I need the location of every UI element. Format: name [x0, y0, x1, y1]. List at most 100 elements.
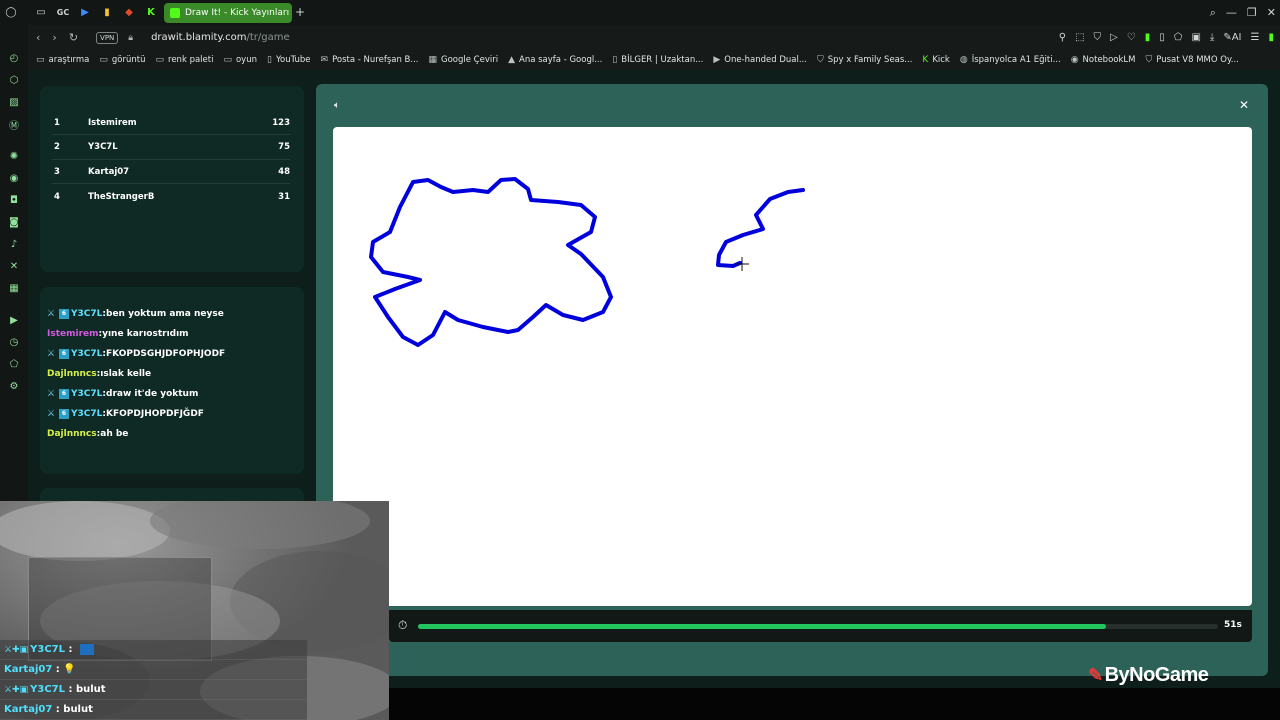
emote-icon: [79, 644, 94, 655]
opera-icon[interactable]: ◯: [0, 0, 22, 25]
leaderboard-score: 123: [272, 117, 290, 128]
address-bar: ‹ › ↻ VPN 🔒︎ drawit.blamity.com/tr/game …: [28, 25, 1280, 50]
sword-badge-icon: ⚔: [47, 349, 56, 359]
close-icon[interactable]: ✕: [1239, 98, 1249, 112]
x-icon[interactable]: ✕: [0, 255, 28, 277]
history-icon[interactable]: ◷: [0, 331, 28, 353]
bookmark-label: YouTube: [275, 55, 311, 65]
sidebar-toggle-icon[interactable]: ▮: [1268, 32, 1274, 43]
bookmark-item[interactable]: ▭ oyun: [223, 55, 257, 65]
chatgpt-icon[interactable]: ✺: [0, 145, 28, 167]
shield-icon[interactable]: ⛉: [1094, 32, 1102, 43]
image-extension-icon[interactable]: ▣: [1191, 32, 1200, 43]
instagram-icon[interactable]: ◙: [0, 211, 28, 233]
chat-username[interactable]: Y3C7L: [71, 409, 102, 419]
chat-username[interactable]: Dajlnnncs: [47, 369, 97, 379]
whatsapp-icon[interactable]: ◉: [0, 167, 28, 189]
bookmark-item[interactable]: ▯ BİLGER | Uzaktan...: [612, 55, 703, 65]
leaderboard-row: 1 Istemirem 123: [52, 111, 290, 135]
bars-icon[interactable]: ▮: [96, 0, 118, 25]
bookmark-item[interactable]: ◉ NotebookLM: [1071, 55, 1136, 65]
chat-text: KFOPDJHOPDFJĞDF: [106, 409, 204, 419]
bookmark-label: Google Çeviri: [441, 55, 499, 65]
bookmark-item[interactable]: ▭ renk paleti: [156, 55, 214, 65]
bookmark-item[interactable]: ◍ İspanyolca A1 Eğiti...: [960, 55, 1061, 65]
aria-icon[interactable]: ⬡: [0, 69, 28, 91]
battery-icon: ▮: [1144, 32, 1151, 43]
drawing-canvas[interactable]: [333, 127, 1252, 606]
kick-icon[interactable]: K: [140, 0, 162, 25]
settings-icon[interactable]: ⚙: [0, 375, 28, 397]
red-app-icon[interactable]: ◆: [118, 0, 140, 25]
search-icon[interactable]: ⌕: [1210, 6, 1216, 20]
chat-message: Dajlnnncs: ah be: [47, 429, 128, 439]
stream-chat-separator: :: [65, 684, 76, 695]
bookmark-item[interactable]: ⛉ Pusat V8 MMO Oy...: [1145, 55, 1238, 65]
tiktok-icon[interactable]: ♪: [0, 233, 28, 255]
player-icon[interactable]: ▨: [0, 91, 28, 113]
heart-icon[interactable]: ♡: [1127, 32, 1136, 43]
sword-badge-icon: ⚔: [47, 389, 56, 399]
pen-logo-icon: ✎: [1088, 665, 1103, 685]
extensions-icon[interactable]: ⬠: [0, 353, 28, 375]
bynogame-logo: ✎ ByNoGame: [1088, 664, 1209, 687]
bookmark-item[interactable]: ▦ Google Çeviri: [428, 55, 498, 65]
speed-dial-icon[interactable]: ◴: [0, 47, 28, 69]
bookmark-item[interactable]: ✉ Posta - Nurefşan B...: [321, 55, 419, 65]
chat-username[interactable]: Istemirem: [47, 329, 99, 339]
leaderboard-name: TheStrangerB: [88, 191, 155, 202]
download-icon[interactable]: ⤓: [1210, 32, 1214, 43]
gc-icon[interactable]: GC: [52, 0, 74, 25]
chat-username[interactable]: Y3C7L: [71, 309, 102, 319]
bookmark-item[interactable]: ▭ araştırma: [36, 55, 89, 65]
shield-icon: ⛉: [1145, 55, 1153, 65]
tab-active[interactable]: Draw It! - Kick Yayınları: [164, 3, 292, 23]
mail-icon: ✉: [320, 55, 329, 65]
leaderboard-row: 4 TheStrangerB 31: [52, 185, 290, 209]
back-icon[interactable]: ‹: [36, 31, 40, 44]
ai-button[interactable]: ✎AI: [1223, 32, 1241, 43]
stream-chat-username: Y3C7L: [30, 644, 65, 655]
leaderboard-score: 48: [278, 166, 290, 177]
bookmark-item[interactable]: ▭ görüntü: [99, 55, 145, 65]
restore-icon[interactable]: ❐: [1247, 6, 1257, 19]
bookmark-item[interactable]: K Kick: [922, 55, 949, 65]
vpn-badge[interactable]: VPN: [96, 31, 119, 44]
forward-icon[interactable]: ›: [52, 31, 56, 44]
chat-username[interactable]: Y3C7L: [71, 389, 102, 399]
url-field[interactable]: drawit.blamity.com/tr/game: [151, 32, 290, 43]
stream-chat-separator: :: [65, 644, 76, 655]
bookmark-item[interactable]: ▲ Ana sayfa - Googl...: [508, 55, 602, 65]
timer-text: 51s: [1224, 620, 1242, 630]
puzzle-icon[interactable]: ⬠: [1174, 32, 1183, 43]
messages-icon[interactable]: ▭: [30, 0, 52, 25]
close-window-icon[interactable]: ✕: [1267, 6, 1276, 19]
bookmarks-bar: ▭ araştırma ▭ görüntü ▭ renk paleti ▭ oyun ▯ YouT…: [28, 50, 1280, 70]
new-tab-button[interactable]: +: [295, 5, 305, 19]
cloud-stroke: [369, 177, 613, 347]
translate-icon[interactable]: ▦: [0, 277, 28, 299]
chat-username[interactable]: Y3C7L: [71, 349, 102, 359]
pin-icon[interactable]: ⚲: [1059, 32, 1066, 43]
play-triangle-icon[interactable]: ▷: [1110, 32, 1118, 43]
chat-text: ben yoktum ama neyse: [106, 309, 224, 319]
bookmark-item[interactable]: ⛉ Spy x Family Seas...: [817, 55, 912, 65]
bookmark-label: İspanyolca A1 Eğiti...: [971, 55, 1061, 65]
bookmark-item[interactable]: ▶ One-handed Dual...: [713, 55, 807, 65]
notebook-icon: ◉: [1070, 55, 1079, 65]
snapshot-icon[interactable]: ⬚: [1075, 32, 1084, 43]
chat-username[interactable]: Dajlnnncs: [47, 429, 97, 439]
play-icon[interactable]: ▶: [74, 0, 96, 25]
discord-icon[interactable]: ◘: [0, 189, 28, 211]
folder-icon: ▭: [155, 55, 165, 65]
minimize-icon[interactable]: —: [1226, 6, 1237, 19]
bookmark-item[interactable]: ▯ YouTube: [267, 55, 311, 65]
page-icon[interactable]: ▯: [1159, 32, 1165, 43]
reload-icon[interactable]: ↻: [69, 31, 78, 44]
sound-icon[interactable]: 🔈︎: [334, 100, 340, 111]
page-icon: ▯: [612, 55, 618, 65]
menu-icon[interactable]: ☰: [1251, 32, 1260, 43]
folder-icon: ▭: [36, 55, 45, 65]
play-circle-icon[interactable]: ▶: [0, 309, 28, 331]
m-icon[interactable]: Ⓜ: [0, 113, 28, 135]
